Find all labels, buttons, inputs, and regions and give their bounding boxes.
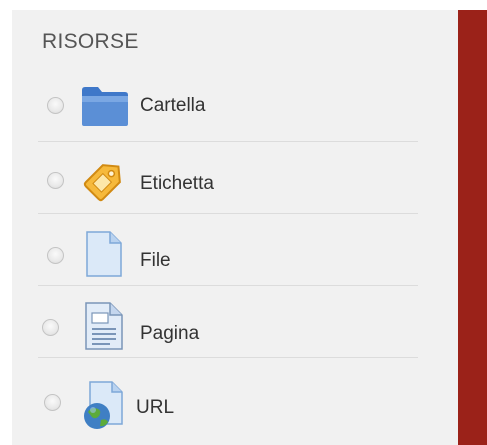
resource-option-etichetta[interactable]: Etichetta — [38, 142, 418, 214]
url-radio[interactable] — [44, 394, 61, 411]
tag-icon — [83, 164, 121, 202]
file-radio[interactable] — [47, 247, 64, 264]
accent-bar — [458, 10, 487, 445]
section-title: RISORSE — [42, 30, 139, 53]
folder-icon — [82, 87, 128, 126]
cartella-label: Cartella — [140, 95, 206, 116]
cartella-radio[interactable] — [47, 97, 64, 114]
resource-option-pagina[interactable]: Pagina — [38, 286, 418, 358]
resource-option-file[interactable]: File — [38, 214, 418, 286]
url-globe-icon — [84, 381, 123, 429]
pagina-label: Pagina — [140, 323, 200, 344]
pagina-radio[interactable] — [42, 319, 59, 336]
resource-option-url[interactable]: URL — [38, 358, 418, 430]
file-icon — [86, 231, 122, 277]
url-label: URL — [136, 397, 175, 418]
resource-picker: RISORSE Cartella Etichetta File Pagina U… — [0, 0, 487, 445]
page-icon — [85, 302, 123, 350]
resource-option-cartella[interactable]: Cartella — [38, 70, 418, 142]
etichetta-radio[interactable] — [47, 172, 64, 189]
etichetta-label: Etichetta — [140, 173, 214, 194]
file-label: File — [140, 250, 171, 271]
